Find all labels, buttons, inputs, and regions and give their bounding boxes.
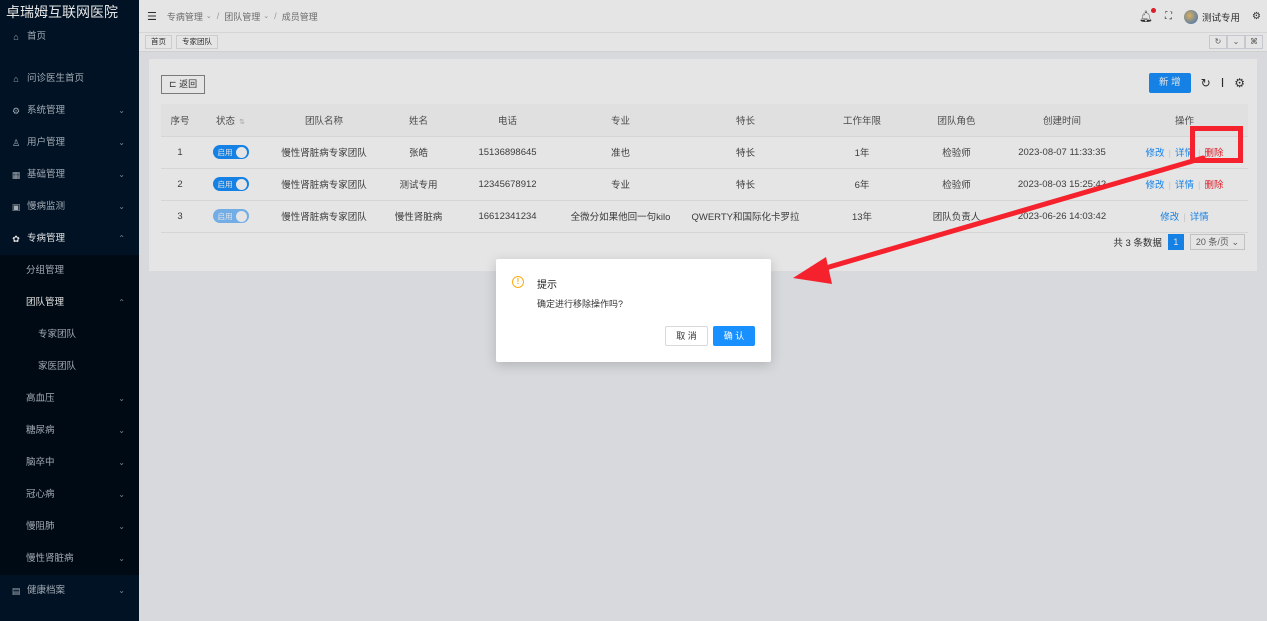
dialog-title: 提示 (537, 280, 557, 291)
annotation-highlight-box (1190, 126, 1243, 163)
dialog-message: 确定进行移除操作吗? (537, 299, 624, 309)
warning-icon: ! (512, 276, 524, 288)
cancel-button[interactable]: 取 消 (665, 326, 708, 346)
confirm-button[interactable]: 确 认 (713, 326, 755, 346)
confirm-dialog: ! 提示 确定进行移除操作吗? 取 消 确 认 (496, 259, 771, 362)
